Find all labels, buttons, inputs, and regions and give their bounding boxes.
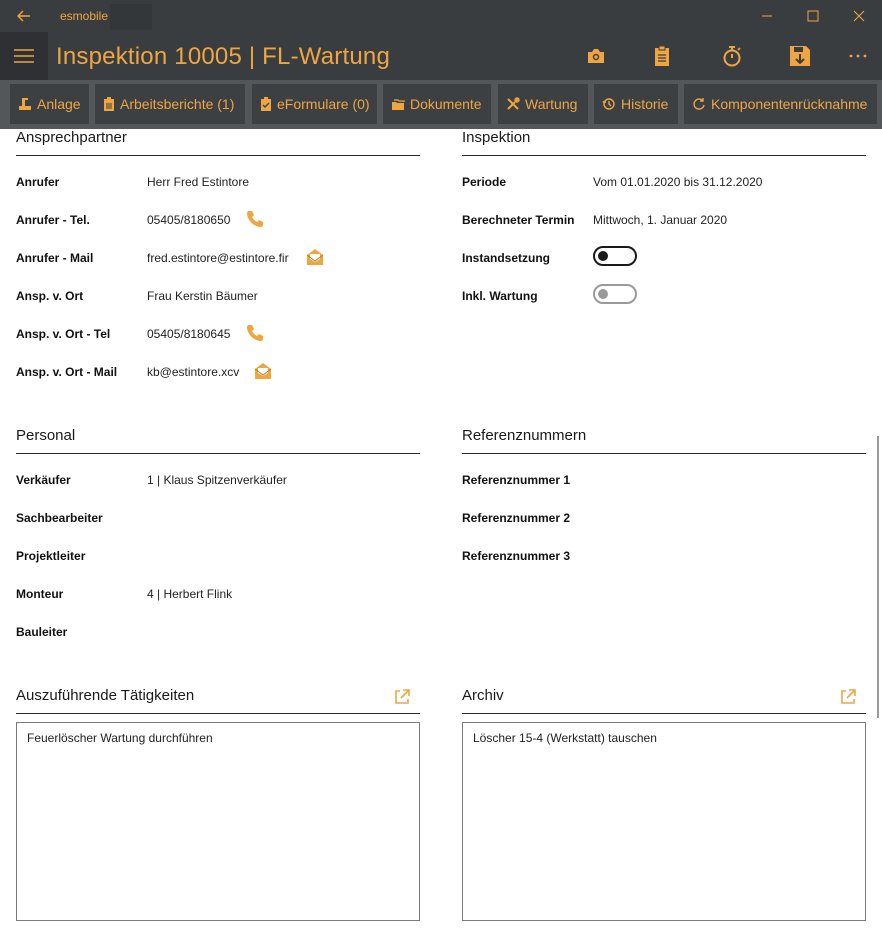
open-external-icon[interactable] <box>394 689 410 710</box>
field-value-ansp-ort: Frau Kerstin Bäumer <box>147 289 258 303</box>
field-label-verkaeufer: Verkäufer <box>16 473 71 487</box>
tools-icon <box>507 97 520 110</box>
minimize-button[interactable] <box>744 0 790 32</box>
field-label-ansp-ort-mail: Ansp. v. Ort - Mail <box>16 365 118 379</box>
hamburger-menu-button[interactable] <box>0 32 48 80</box>
vertical-scrollbar[interactable] <box>877 436 879 718</box>
minimize-icon <box>762 15 772 17</box>
app-bar: Inspektion 10005 | FL-Wartung <box>0 32 882 80</box>
more-dots-icon <box>849 54 867 58</box>
app-name-highlight <box>110 4 152 30</box>
maximize-icon <box>807 10 819 22</box>
toggle-knob <box>598 251 608 261</box>
archiv-textarea[interactable]: Löscher 15-4 (Werkstatt) tauschen <box>462 722 866 921</box>
field-label-referenznummer-1: Referenznummer 1 <box>462 473 571 487</box>
field-label-referenznummer-2: Referenznummer 2 <box>462 511 571 525</box>
field-label-sachbearbeiter: Sachbearbeiter <box>16 511 103 525</box>
section-title-referenznummern: Referenznummern <box>462 427 866 454</box>
mail-open-icon[interactable] <box>253 361 273 386</box>
tab-label: Historie <box>621 96 669 112</box>
tab-label: Komponentenrücknahme <box>711 96 868 112</box>
refresh-icon <box>693 98 705 110</box>
field-label-referenznummer-3: Referenznummer 3 <box>462 549 571 563</box>
tab-bar: Anlage Arbeitsberichte (1) eFormulare (0… <box>0 80 882 129</box>
field-value-ansp-ort-tel: 05405/8180645 <box>147 327 231 341</box>
field-label-bauleiter: Bauleiter <box>16 625 68 639</box>
open-external-icon[interactable] <box>840 689 856 710</box>
mail-open-icon[interactable] <box>305 247 325 272</box>
field-value-anrufer-mail: fred.estintore@estintore.fir <box>147 251 289 265</box>
tab-label: Anlage <box>37 96 81 112</box>
field-value-verkaeufer: 1 | Klaus Spitzenverkäufer <box>147 473 287 487</box>
tab-dokumente[interactable]: Dokumente <box>383 84 491 124</box>
field-label-anrufer: Anrufer <box>16 175 60 189</box>
field-value-ansp-ort-mail: kb@estintore.xcv <box>147 365 240 379</box>
tab-wartung[interactable]: Wartung <box>498 84 588 124</box>
save-download-button[interactable] <box>784 40 816 72</box>
clipboard-icon <box>104 97 114 111</box>
tab-label: Wartung <box>525 96 578 112</box>
hamburger-icon <box>14 49 34 63</box>
history-icon <box>602 98 615 110</box>
field-label-anrufer-tel: Anrufer - Tel. <box>16 213 90 227</box>
toggle-knob <box>598 289 608 299</box>
field-label-monteur: Monteur <box>16 587 64 601</box>
maximize-button[interactable] <box>790 0 836 32</box>
back-arrow-icon[interactable] <box>14 6 34 26</box>
close-icon <box>853 10 865 22</box>
field-value-anrufer: Herr Fred Estintore <box>147 175 250 189</box>
field-label-ansp-ort: Ansp. v. Ort <box>16 289 84 303</box>
clipboard-check-icon <box>261 97 271 111</box>
save-download-icon <box>790 46 810 66</box>
instandsetzung-toggle[interactable] <box>593 246 637 266</box>
phone-icon[interactable] <box>245 209 265 234</box>
stopwatch-icon <box>723 46 741 67</box>
field-value-monteur: 4 | Herbert Flink <box>147 587 233 601</box>
section-title-personal: Personal <box>16 427 420 454</box>
section-title-ansprechpartner: Ansprechpartner <box>16 129 420 156</box>
field-label-anrufer-mail: Anrufer - Mail <box>16 251 94 265</box>
phone-icon[interactable] <box>245 323 265 348</box>
app-name: esmobile <box>60 9 109 23</box>
field-label-instandsetzung: Instandsetzung <box>462 251 551 265</box>
anlage-icon <box>19 98 31 110</box>
tab-anlage[interactable]: Anlage <box>10 84 89 124</box>
tab-label: Dokumente <box>410 96 482 112</box>
tab-historie[interactable]: Historie <box>594 84 678 124</box>
window-titlebar: esmobile <box>0 0 882 32</box>
field-value-anrufer-tel: 05405/8180650 <box>147 213 231 227</box>
clipboard-icon <box>655 45 669 66</box>
section-title-archiv: Archiv <box>462 687 866 714</box>
tab-arbeitsberichte[interactable]: Arbeitsberichte (1) <box>95 84 245 124</box>
clipboard-button[interactable] <box>646 40 678 72</box>
camera-button[interactable] <box>580 40 612 72</box>
taetigkeiten-textarea[interactable]: Feuerlöscher Wartung durchführen <box>16 722 420 921</box>
tab-komponentenruecknahme[interactable]: Komponentenrücknahme <box>684 84 877 124</box>
section-title-inspektion: Inspektion <box>462 129 866 156</box>
field-label-ansp-ort-tel: Ansp. v. Ort - Tel <box>16 327 111 341</box>
stopwatch-button[interactable] <box>716 40 748 72</box>
inkl-wartung-toggle[interactable] <box>593 284 637 304</box>
page-title: Inspektion 10005 | FL-Wartung <box>56 43 390 70</box>
section-title-taetigkeiten: Auszuführende Tätigkeiten <box>16 687 420 714</box>
field-value-berechneter-termin: Mittwoch, 1. Januar 2020 <box>593 213 728 227</box>
field-value-periode: Vom 01.01.2020 bis 31.12.2020 <box>593 175 763 189</box>
tab-eformulare[interactable]: eFormulare (0) <box>252 84 377 124</box>
documents-icon <box>392 99 405 110</box>
close-button[interactable] <box>836 0 882 32</box>
field-label-inkl-wartung: Inkl. Wartung <box>462 289 538 303</box>
content-area: Ansprechpartner Anrufer Herr Fred Estint… <box>0 129 882 932</box>
more-options-button[interactable] <box>842 40 874 72</box>
field-label-projektleiter: Projektleiter <box>16 549 86 563</box>
camera-icon <box>588 49 604 63</box>
tab-label: eFormulare (0) <box>277 96 370 112</box>
field-label-periode: Periode <box>462 175 507 189</box>
tab-label: Arbeitsberichte (1) <box>120 96 235 112</box>
field-label-berechneter-termin: Berechneter Termin <box>462 213 575 227</box>
